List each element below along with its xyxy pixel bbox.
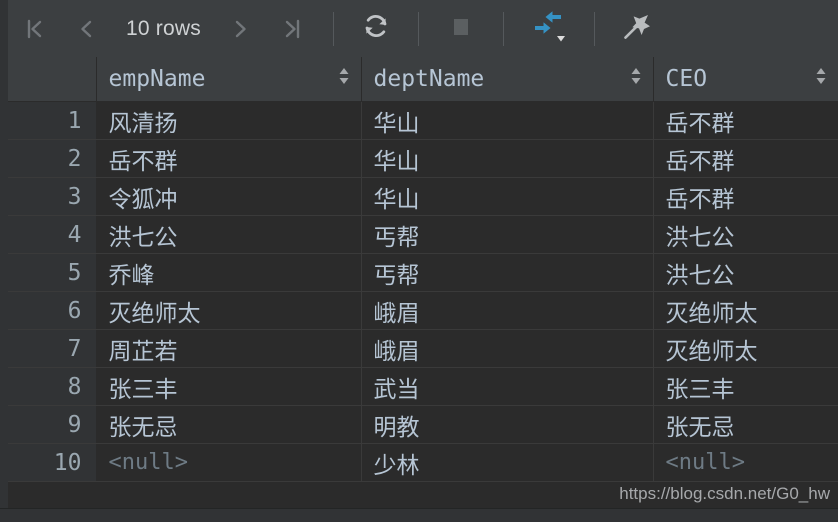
column-header-empname[interactable]: empName <box>96 57 362 102</box>
result-grid-panel: 10 rows empName deptName CEO 1 风清扬 华山 岳不… <box>0 0 838 522</box>
row-number-cell[interactable]: 5 <box>8 253 97 292</box>
cell-empname[interactable]: 洪七公 <box>96 215 362 254</box>
cell-deptname[interactable]: 丐帮 <box>361 253 654 292</box>
toolbar-separator-2 <box>417 11 419 46</box>
table-row[interactable]: 8 张三丰 武当 张三丰 <box>8 367 838 406</box>
table-row[interactable]: 7 周芷若 峨眉 灭绝师太 <box>8 329 838 368</box>
row-number-cell[interactable]: 2 <box>8 139 97 178</box>
table-row[interactable]: 2 岳不群 华山 岳不群 <box>8 139 838 178</box>
header-row: empName deptName CEO <box>8 57 838 102</box>
row-number-cell[interactable]: 10 <box>8 443 97 482</box>
stop-button[interactable] <box>433 0 489 57</box>
pin-button[interactable] <box>609 0 665 57</box>
row-number-cell[interactable]: 1 <box>8 101 97 140</box>
cell-ceo[interactable]: 灭绝师太 <box>653 329 838 368</box>
table-row[interactable]: 10 <null> 少林 <null> <box>8 443 838 482</box>
first-page-icon <box>21 16 47 42</box>
cell-deptname[interactable]: 华山 <box>361 139 654 178</box>
data-table: empName deptName CEO 1 风清扬 华山 岳不群 2 岳不群 … <box>8 57 838 482</box>
previous-page-icon <box>73 16 99 42</box>
first-page-button[interactable] <box>8 0 60 57</box>
data-table-container[interactable]: empName deptName CEO 1 风清扬 华山 岳不群 2 岳不群 … <box>8 57 838 509</box>
bottom-edge-strip <box>0 508 838 522</box>
last-page-icon <box>280 16 306 42</box>
column-header-ceo[interactable]: CEO <box>653 57 838 102</box>
table-row[interactable]: 1 风清扬 华山 岳不群 <box>8 101 838 140</box>
cell-ceo[interactable]: 洪七公 <box>653 253 838 292</box>
cell-deptname[interactable]: 华山 <box>361 101 654 140</box>
cell-deptname[interactable]: 华山 <box>361 177 654 216</box>
last-page-button[interactable] <box>267 0 319 57</box>
pin-icon <box>620 9 654 48</box>
previous-page-button[interactable] <box>60 0 112 57</box>
cell-empname[interactable]: 张三丰 <box>96 367 362 406</box>
cell-ceo[interactable]: <null> <box>653 443 838 482</box>
cell-empname[interactable]: 张无忌 <box>96 405 362 444</box>
cell-ceo[interactable]: 洪七公 <box>653 215 838 254</box>
column-header-deptname[interactable]: deptName <box>361 57 654 102</box>
table-row[interactable]: 5 乔峰 丐帮 洪七公 <box>8 253 838 292</box>
column-header-label: empName <box>108 66 206 92</box>
cell-empname[interactable]: 乔峰 <box>96 253 362 292</box>
table-row[interactable]: 6 灭绝师太 峨眉 灭绝师太 <box>8 291 838 330</box>
next-page-icon <box>228 16 254 42</box>
transpose-arrows-icon <box>529 6 569 51</box>
cell-empname[interactable]: 灭绝师太 <box>96 291 362 330</box>
refresh-icon <box>360 10 392 47</box>
cell-ceo[interactable]: 岳不群 <box>653 139 838 178</box>
cell-empname[interactable]: 令狐冲 <box>96 177 362 216</box>
cell-ceo[interactable]: 岳不群 <box>653 101 838 140</box>
row-number-cell[interactable]: 3 <box>8 177 97 216</box>
cell-empname[interactable]: 风清扬 <box>96 101 362 140</box>
toolbar-separator-4 <box>593 11 595 46</box>
table-row[interactable]: 4 洪七公 丐帮 洪七公 <box>8 215 838 254</box>
cell-ceo[interactable]: 岳不群 <box>653 177 838 216</box>
sort-arrows-icon[interactable] <box>629 65 643 93</box>
grid-toolbar: 10 rows <box>8 0 838 58</box>
row-number-cell[interactable]: 4 <box>8 215 97 254</box>
row-count-label: 10 rows <box>126 16 201 40</box>
row-number-cell[interactable]: 9 <box>8 405 97 444</box>
cell-empname[interactable]: 岳不群 <box>96 139 362 178</box>
table-row[interactable]: 9 张无忌 明教 张无忌 <box>8 405 838 444</box>
toolbar-separator-1 <box>332 11 334 46</box>
cell-deptname[interactable]: 少林 <box>361 443 654 482</box>
column-header-label: CEO <box>665 66 708 92</box>
toolbar-separator-3 <box>502 11 504 46</box>
table-row[interactable]: 3 令狐冲 华山 岳不群 <box>8 177 838 216</box>
sort-arrows-icon[interactable] <box>814 65 828 93</box>
sort-arrows-icon[interactable] <box>337 65 351 93</box>
transpose-button[interactable] <box>518 0 580 57</box>
table-body: 1 风清扬 华山 岳不群 2 岳不群 华山 岳不群 3 令狐冲 华山 岳不群 4 洪七公 丐帮 洪七公 5 乔峰丐… <box>8 101 838 482</box>
cell-deptname[interactable]: 丐帮 <box>361 215 654 254</box>
cell-empname[interactable]: 周芷若 <box>96 329 362 368</box>
row-number-cell[interactable]: 6 <box>8 291 97 330</box>
cell-deptname[interactable]: 峨眉 <box>361 291 654 330</box>
stop-icon <box>448 13 474 44</box>
cell-ceo[interactable]: 灭绝师太 <box>653 291 838 330</box>
next-page-button[interactable] <box>215 0 267 57</box>
cell-ceo[interactable]: 张三丰 <box>653 367 838 406</box>
cell-ceo[interactable]: 张无忌 <box>653 405 838 444</box>
row-number-cell[interactable]: 8 <box>8 367 97 406</box>
cell-deptname[interactable]: 明教 <box>361 405 654 444</box>
cell-deptname[interactable]: 峨眉 <box>361 329 654 368</box>
cell-deptname[interactable]: 武当 <box>361 367 654 406</box>
cell-empname[interactable]: <null> <box>96 443 362 482</box>
column-header-label: deptName <box>373 66 485 92</box>
row-number-header <box>8 57 97 102</box>
refresh-button[interactable] <box>348 0 404 57</box>
row-number-cell[interactable]: 7 <box>8 329 97 368</box>
table-header: empName deptName CEO <box>8 57 838 102</box>
